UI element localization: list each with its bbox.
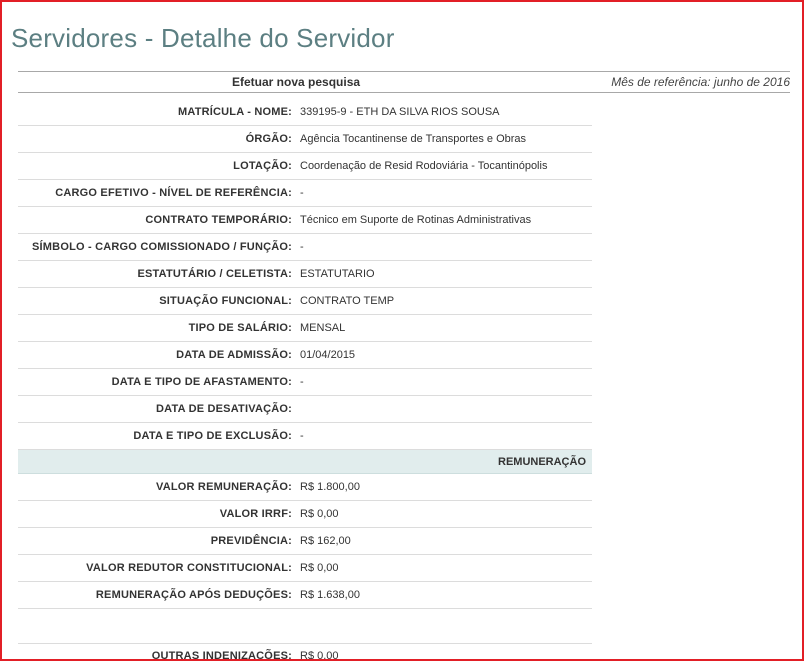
detail-value: - — [300, 368, 592, 396]
detail-value: Técnico em Suporte de Rotinas Administra… — [300, 206, 592, 234]
detail-label: DATA E TIPO DE AFASTAMENTO: — [18, 368, 300, 396]
detail-row-tipo-salario: TIPO DE SALÁRIO: MENSAL — [18, 314, 592, 342]
new-search-link[interactable]: Efetuar nova pesquisa — [232, 75, 360, 89]
detail-row-cargo-efetivo: CARGO EFETIVO - NÍVEL DE REFERÊNCIA: - — [18, 179, 592, 207]
server-details-table: MATRÍCULA - NOME: 339195-9 - ETH DA SILV… — [18, 99, 592, 661]
detail-row-orgao: ÓRGÃO: Agência Tocantinense de Transport… — [18, 125, 592, 153]
remuneration-value: R$ 1.638,00 — [300, 581, 592, 609]
remuneration-value: R$ 1.800,00 — [300, 473, 592, 501]
remuneration-value: R$ 162,00 — [300, 527, 592, 555]
detail-row-simbolo: SÍMBOLO - CARGO COMISSIONADO / FUNÇÃO: - — [18, 233, 592, 261]
detail-row-matricula: MATRÍCULA - NOME: 339195-9 - ETH DA SILV… — [18, 99, 592, 126]
remuneration-label: VALOR REDUTOR CONSTITUCIONAL: — [18, 554, 300, 582]
remuneration-section-header: REMUNERAÇÃO — [18, 449, 592, 474]
detail-label: MATRÍCULA - NOME: — [18, 99, 300, 126]
detail-label: DATA DE ADMISSÃO: — [18, 341, 300, 369]
remuneration-row-redutor: VALOR REDUTOR CONSTITUCIONAL: R$ 0,00 — [18, 554, 592, 582]
detail-label: CONTRATO TEMPORÁRIO: — [18, 206, 300, 234]
remuneration-label: VALOR IRRF: — [18, 500, 300, 528]
detail-label: DATA E TIPO DE EXCLUSÃO: — [18, 422, 300, 450]
detail-label: TIPO DE SALÁRIO: — [18, 314, 300, 342]
detail-value: Coordenação de Resid Rodoviária - Tocant… — [300, 152, 592, 180]
detail-value: - — [300, 233, 592, 261]
detail-value: ESTATUTARIO — [300, 260, 592, 288]
detail-value: Agência Tocantinense de Transportes e Ob… — [300, 125, 592, 153]
spacer-row — [18, 608, 592, 644]
search-bar: Efetuar nova pesquisa Mês de referência:… — [18, 71, 790, 93]
remuneration-row-apos-deducoes: REMUNERAÇÃO APÓS DEDUÇÕES: R$ 1.638,00 — [18, 581, 592, 609]
detail-row-afastamento: DATA E TIPO DE AFASTAMENTO: - — [18, 368, 592, 396]
remuneration-label: REMUNERAÇÃO APÓS DEDUÇÕES: — [18, 581, 300, 609]
detail-value: MENSAL — [300, 314, 592, 342]
remuneration-label: VALOR REMUNERAÇÃO: — [18, 473, 300, 501]
reference-month: Mês de referência: junho de 2016 — [611, 75, 790, 89]
remuneration-value: R$ 0,00 — [300, 650, 339, 661]
detail-row-estatutario: ESTATUTÁRIO / CELETISTA: ESTATUTARIO — [18, 260, 592, 288]
detail-value — [300, 395, 592, 423]
detail-label: DATA DE DESATIVAÇÃO: — [18, 395, 300, 423]
detail-row-contrato-temporario: CONTRATO TEMPORÁRIO: Técnico em Suporte … — [18, 206, 592, 234]
remuneration-value: R$ 0,00 — [300, 500, 592, 528]
remuneration-row-irrf: VALOR IRRF: R$ 0,00 — [18, 500, 592, 528]
detail-label: ESTATUTÁRIO / CELETISTA: — [18, 260, 300, 288]
detail-value: - — [300, 422, 592, 450]
detail-label: CARGO EFETIVO - NÍVEL DE REFERÊNCIA: — [18, 179, 300, 207]
page-title: Servidores - Detalhe do Servidor — [11, 23, 395, 53]
detail-row-lotacao: LOTAÇÃO: Coordenação de Resid Rodoviária… — [18, 152, 592, 180]
detail-label: ÓRGÃO: — [18, 125, 300, 153]
detail-label: LOTAÇÃO: — [18, 152, 300, 180]
section-title: REMUNERAÇÃO — [18, 449, 592, 474]
remuneration-row-outras-indenizacoes: OUTRAS INDENIZAÇÕES: R$ 0,00 — [18, 644, 592, 661]
detail-row-desativacao: DATA DE DESATIVAÇÃO: — [18, 395, 592, 423]
detail-value: CONTRATO TEMP — [300, 287, 592, 315]
detail-row-situacao: SITUAÇÃO FUNCIONAL: CONTRATO TEMP — [18, 287, 592, 315]
detail-row-admissao: DATA DE ADMISSÃO: 01/04/2015 — [18, 341, 592, 369]
detail-label: SITUAÇÃO FUNCIONAL: — [18, 287, 300, 315]
remuneration-label: OUTRAS INDENIZAÇÕES: — [151, 650, 292, 661]
remuneration-value: R$ 0,00 — [300, 554, 592, 582]
detail-value: 339195-9 - ETH DA SILVA RIOS SOUSA — [300, 99, 592, 126]
detail-label: SÍMBOLO - CARGO COMISSIONADO / FUNÇÃO: — [18, 233, 300, 261]
detail-row-exclusao: DATA E TIPO DE EXCLUSÃO: - — [18, 422, 592, 450]
remuneration-row-previdencia: PREVIDÊNCIA: R$ 162,00 — [18, 527, 592, 555]
detail-value: 01/04/2015 — [300, 341, 592, 369]
page-frame: Servidores - Detalhe do Servidor Efetuar… — [0, 0, 804, 661]
remuneration-row-valor: VALOR REMUNERAÇÃO: R$ 1.800,00 — [18, 473, 592, 501]
detail-value: - — [300, 179, 592, 207]
remuneration-label: PREVIDÊNCIA: — [18, 527, 300, 555]
